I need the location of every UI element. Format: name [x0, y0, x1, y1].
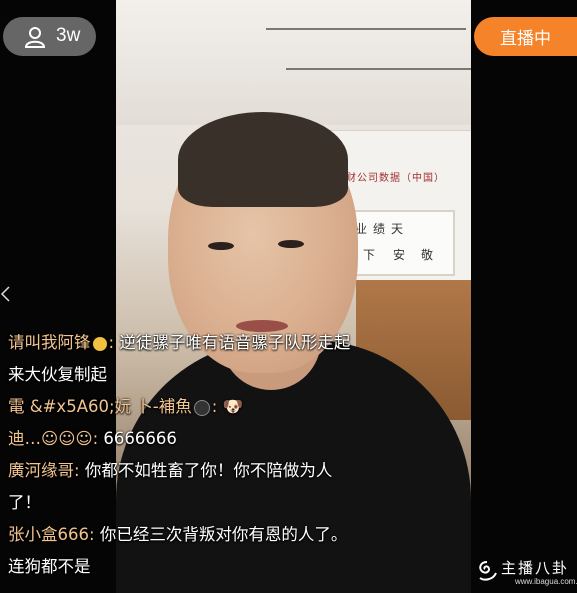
chat-username[interactable]: 请叫我阿锋: [8, 333, 91, 352]
chat-username[interactable]: 電 &#x5A60;妧 卜-補魚: [8, 397, 192, 416]
watermark-brand: 主播八卦: [501, 559, 570, 577]
live-stream-screen: 一家加财公司数据（中国） 业 绩 天 下 安 敬 3w 直播中 请叫我阿锋: 逆…: [0, 0, 577, 593]
ceiling-light-strip: [266, 28, 466, 30]
viewer-count-pill[interactable]: 3w: [3, 17, 96, 56]
scroll-char: 下: [363, 248, 376, 262]
chat-message: 迪…☺☺☺: 6666666: [8, 423, 428, 455]
chat-separator: :: [108, 333, 115, 352]
chat-text-cont: 连狗都不是: [8, 557, 91, 576]
chat-separator: :: [74, 461, 80, 480]
chat-text: 🐶: [222, 397, 244, 416]
watermark-url: www.ibagua.com.cn: [515, 577, 577, 586]
live-status-button[interactable]: 直播中: [474, 17, 577, 56]
chat-text-cont: 来大伙复制起: [8, 365, 107, 384]
swirl-logo-icon: [479, 561, 497, 581]
calligraphy-scroll: 业 绩 天 下 安 敬: [341, 210, 455, 276]
chat-text: 你已经三次背叛对你有恩的人了。: [99, 525, 348, 544]
scroll-char: 绩: [373, 222, 386, 236]
watermark: 主播八卦 www.ibagua.com.cn: [475, 555, 577, 589]
right-letterbox: [471, 0, 577, 593]
chat-username[interactable]: 廣河缘哥: [8, 461, 74, 480]
chevron-left-icon[interactable]: [0, 286, 10, 302]
streamer-eye: [278, 240, 304, 248]
chat-text: 你都不如牲畜了你！你不陪做为人: [84, 461, 333, 480]
scroll-char: 安: [393, 248, 406, 262]
chat-text-cont: 了！: [8, 493, 41, 512]
chat-separator: :: [211, 397, 218, 416]
streamer-eye: [208, 242, 234, 250]
user-icon: [24, 27, 46, 48]
scroll-char: 敬: [421, 248, 434, 262]
chat-separator: :: [89, 525, 95, 544]
scroll-char: 天: [391, 222, 404, 236]
streamer-hair: [178, 112, 348, 207]
ceiling: [116, 0, 471, 125]
chat-message: 電 &#x5A60;妧 卜-補魚: 🐶: [8, 391, 428, 423]
chat-message: 廣河缘哥: 你都不如牲畜了你！你不陪做为人 了！: [8, 455, 428, 519]
chat-message: 请叫我阿锋: 逆徒骡子唯有语音骡子队形走起 来大伙复制起: [8, 327, 428, 391]
chat-text: 6666666: [103, 429, 177, 448]
crown-badge-icon: [92, 336, 107, 351]
viewer-count: 3w: [56, 25, 81, 46]
chat-list[interactable]: 请叫我阿锋: 逆徒骡子唯有语音骡子队形走起 来大伙复制起 電 &#x5A60;妧…: [8, 327, 428, 583]
ceiling-light-strip: [286, 68, 471, 70]
chat-text: 逆徒骡子唯有语音骡子队形走起: [119, 333, 351, 352]
soccer-ball-icon: [193, 399, 210, 416]
chat-separator: :: [92, 429, 99, 448]
chat-message: 张小盒666: 你已经三次背叛对你有恩的人了。 连狗都不是: [8, 519, 428, 583]
chat-username[interactable]: 张小盒666: [8, 525, 89, 544]
chat-username[interactable]: 迪…☺☺☺: [8, 429, 93, 448]
